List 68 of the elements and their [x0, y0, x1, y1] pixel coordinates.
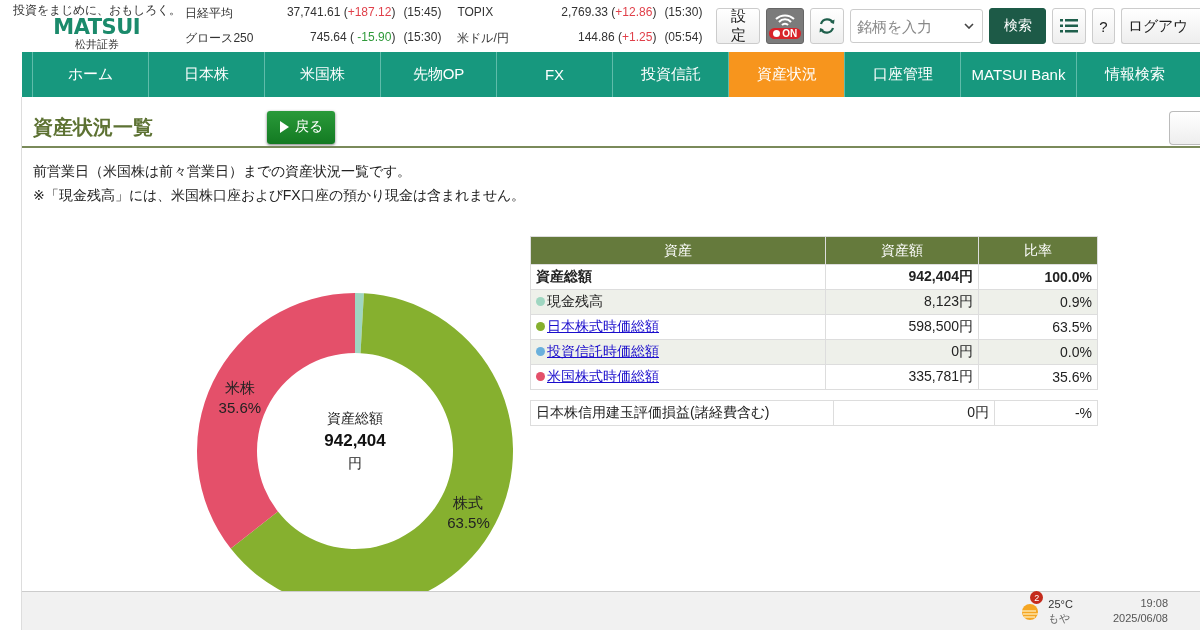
table-cell: 8,123円	[825, 289, 979, 315]
table-cell: 0.0%	[978, 339, 1098, 365]
company-logo[interactable]: 投資をまじめに、おもしろく。 MATSUI 松井証券	[8, 2, 186, 50]
index-value: 2,769.33 (+12.86)	[560, 5, 657, 21]
weather-text: もや	[1048, 611, 1072, 625]
table-cell: 0.9%	[978, 289, 1098, 315]
nav-tab[interactable]: 口座管理	[844, 52, 960, 97]
center-label: 資産総額	[327, 410, 383, 426]
total-amount: 942,404	[324, 431, 386, 450]
stock-search-field[interactable]: 銘柄を入力	[849, 9, 983, 43]
column-header: 資産額	[825, 236, 979, 265]
clock-date: 2025/06/08	[1112, 611, 1168, 626]
nav-tab[interactable]: 日本株	[148, 52, 264, 97]
currency-unit: 円	[348, 455, 362, 471]
asset-label: 現金残高	[547, 293, 603, 309]
table-cell: 0円	[825, 339, 979, 365]
description-text: 前営業日（米国株は前々営業日）までの資産状況一覧です。	[33, 162, 412, 181]
table-cell: 100.0%	[978, 264, 1098, 290]
index-name: 日経平均	[185, 5, 235, 22]
help-button[interactable]: ?	[1092, 8, 1115, 44]
slice-label: 株式	[453, 494, 484, 512]
list-icon	[1060, 19, 1079, 33]
column-header: 比率	[978, 236, 1098, 265]
nav-tab[interactable]: ホーム	[32, 52, 148, 97]
table-cell: 942,404円	[825, 264, 979, 290]
table-cell: 63.5%	[978, 314, 1098, 340]
logout-button[interactable]: ログアウ	[1120, 8, 1200, 44]
nav-tab[interactable]: MATSUI Bank	[960, 52, 1076, 97]
menu-button[interactable]	[1052, 8, 1087, 44]
nav-tab[interactable]: FX	[496, 52, 612, 97]
refresh-button[interactable]	[810, 8, 844, 44]
table-cell: 資産総額	[530, 264, 826, 290]
index-time: (15:30)	[402, 30, 443, 46]
index-time: (05:54)	[663, 30, 704, 46]
notification-badge: 2	[1030, 591, 1044, 604]
slice-label: 米株	[224, 379, 255, 397]
play-icon	[279, 121, 289, 133]
slice-value: 63.5%	[447, 514, 490, 532]
wifi-icon	[774, 13, 797, 27]
index-time: (15:45)	[402, 5, 443, 21]
temperature-text: 25°C	[1048, 597, 1073, 611]
page-title: 資産状況一覧	[33, 114, 154, 140]
refresh-icon	[817, 16, 837, 36]
index-name: グロース250	[185, 30, 255, 47]
slice-value: 35.6%	[218, 399, 262, 417]
back-button[interactable]: 戻る	[267, 110, 335, 144]
clock-time: 19:08	[1140, 596, 1168, 611]
index-time: (15:30)	[663, 5, 704, 21]
nav-tab[interactable]: 情報検索	[1076, 52, 1192, 97]
table-cell: 335,781円	[825, 364, 979, 390]
index-value: 37,741.61 (+187.12)	[285, 5, 396, 21]
description-text: ※「現金残高」には、米国株口座およびFX口座の預かり現金は含まれません。	[33, 186, 526, 205]
table-cell: 日本株信用建玉評価損益(諸経費含む)	[530, 400, 834, 426]
table-cell: 35.6%	[978, 364, 1098, 390]
table-cell: 598,500円	[825, 314, 979, 340]
search-button[interactable]: 検索	[988, 8, 1047, 44]
index-name: 米ドル/円	[457, 30, 510, 47]
table-cell: -%	[994, 400, 1098, 426]
settings-button[interactable]: 設定	[716, 8, 761, 44]
index-name: TOPIX	[457, 5, 495, 21]
table-cell: 0円	[833, 400, 995, 426]
chevron-down-icon	[963, 23, 974, 29]
wifi-toggle[interactable]: ON	[766, 8, 805, 44]
nav-tab[interactable]: 米国株	[264, 52, 380, 97]
index-value: 144.86 (+1.25)	[576, 30, 657, 46]
column-header: 資産	[530, 236, 826, 265]
index-value: 745.64 ( -15.90)	[308, 30, 396, 46]
nav-tab[interactable]: 先物OP	[380, 52, 496, 97]
